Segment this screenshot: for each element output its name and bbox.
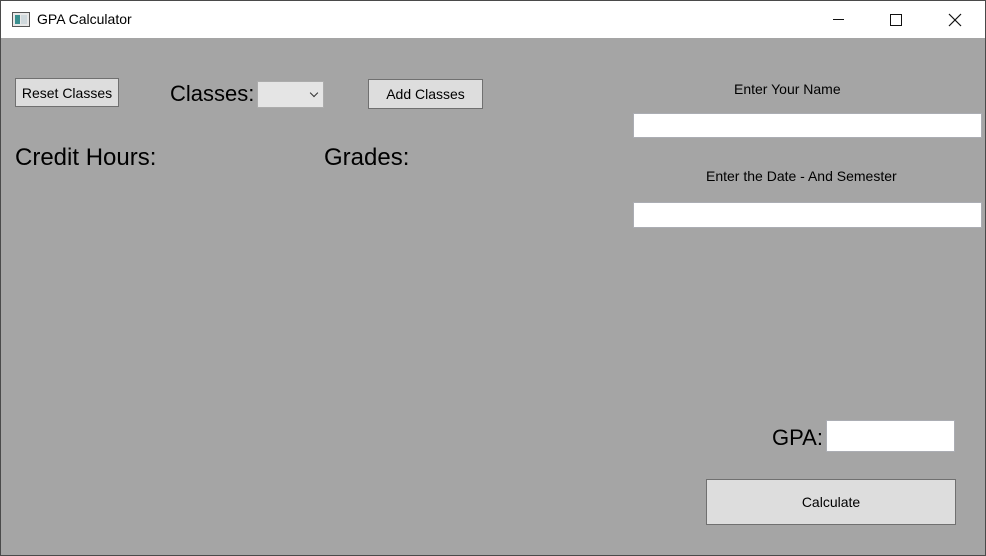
gpa-output-field[interactable] [826,420,955,452]
app-icon [12,12,30,27]
date-semester-input[interactable] [633,202,982,228]
close-icon [948,13,962,26]
gpa-label: GPA: [772,425,823,450]
date-semester-label: Enter the Date - And Semester [706,168,897,184]
name-label: Enter Your Name [734,81,841,97]
minimize-button[interactable] [809,1,867,38]
maximize-icon [890,13,902,26]
title-bar[interactable]: GPA Calculator [1,1,985,38]
calculate-button[interactable]: Calculate [706,479,956,525]
classes-label: Classes: [170,81,255,106]
grades-label: Grades: [324,144,410,171]
close-button[interactable] [926,1,984,38]
credit-hours-label: Credit Hours: [15,144,157,171]
chevron-down-icon [309,88,319,98]
classes-dropdown[interactable] [257,81,324,108]
reset-classes-button[interactable]: Reset Classes [15,78,119,107]
window-title: GPA Calculator [37,11,132,27]
gpa-calculator-window: GPA Calculator Reset Classes Classes: Ad… [0,0,986,556]
minimize-icon [832,19,844,20]
add-classes-button[interactable]: Add Classes [368,79,483,109]
maximize-button[interactable] [867,1,925,38]
name-input[interactable] [633,113,982,138]
